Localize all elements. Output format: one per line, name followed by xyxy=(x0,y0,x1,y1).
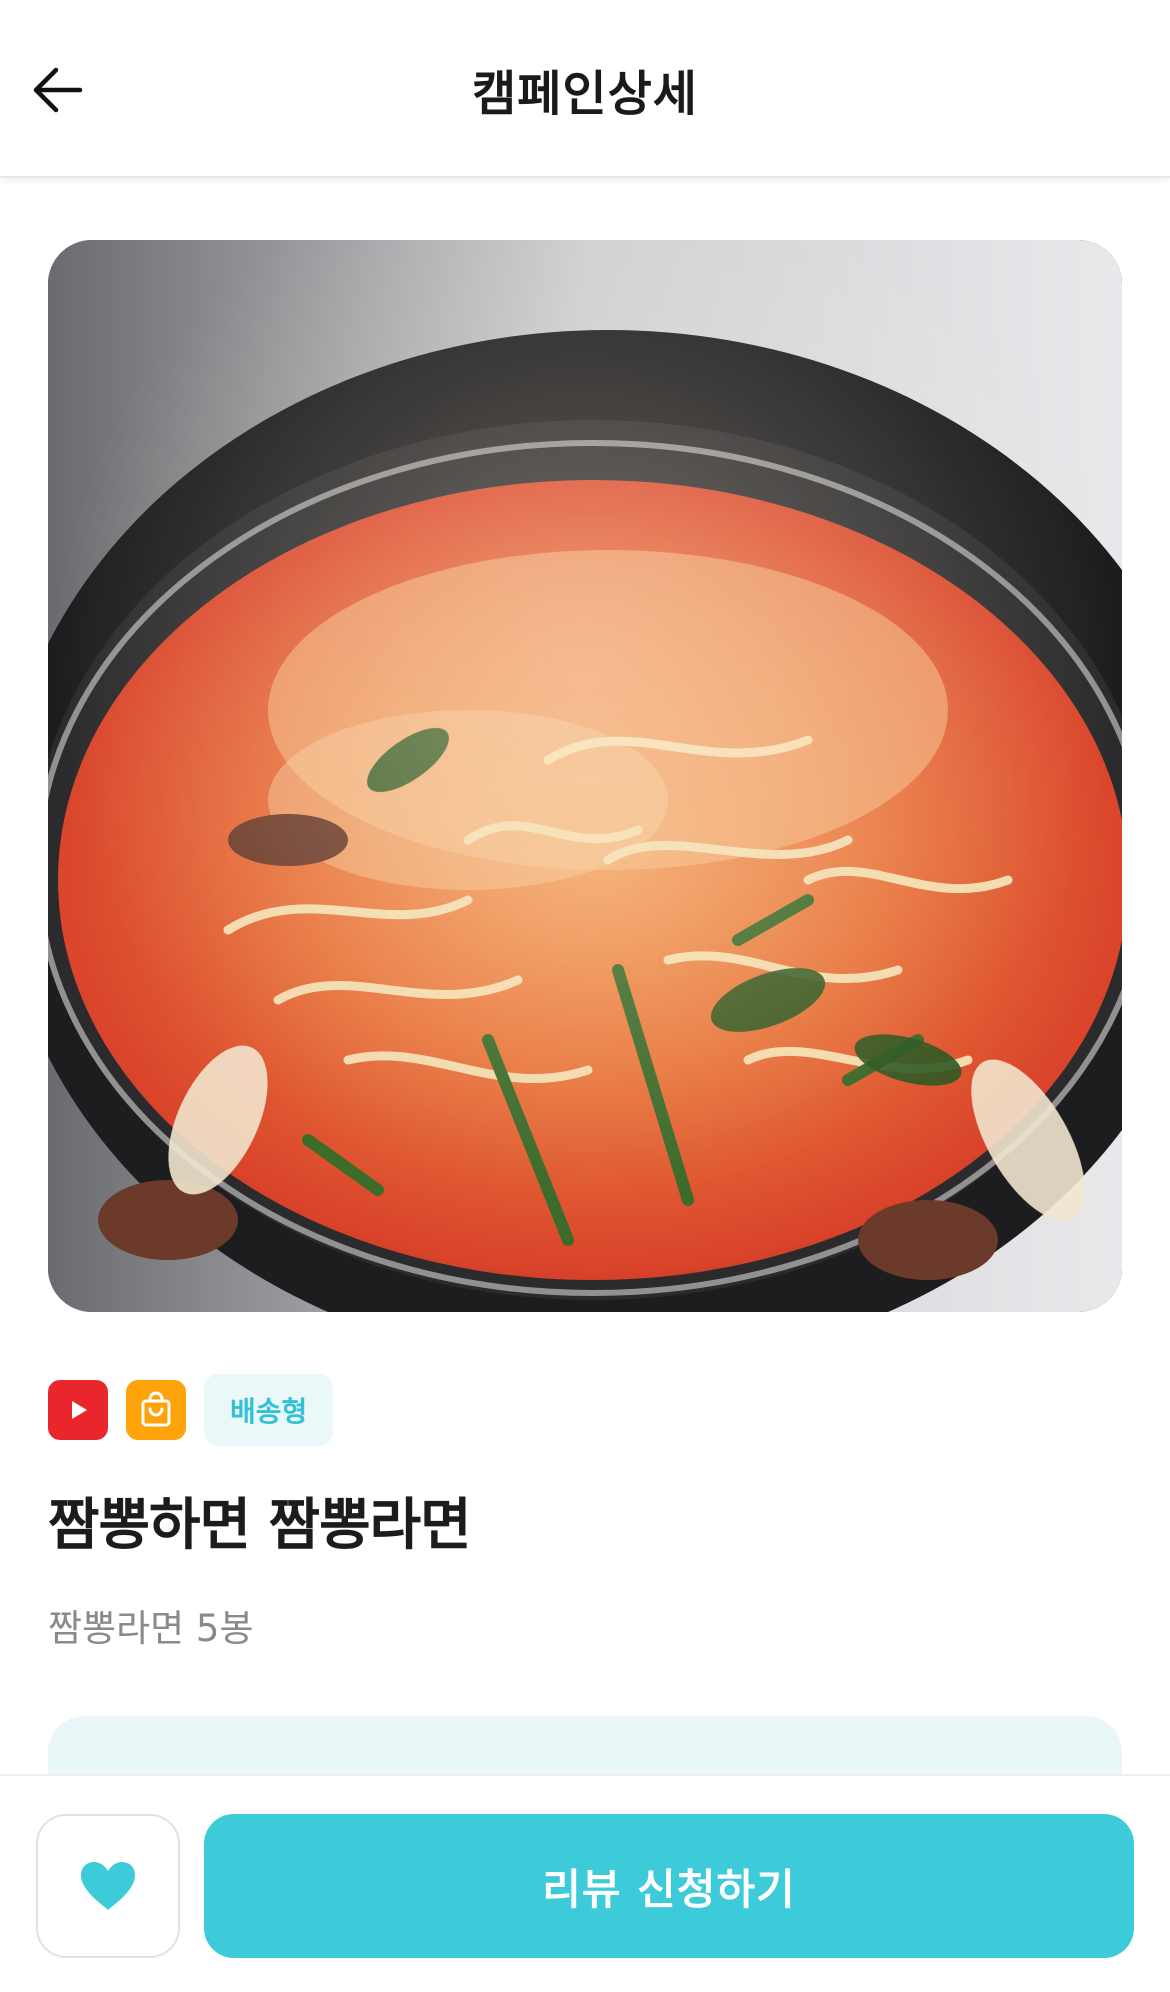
heart-icon xyxy=(81,1862,135,1910)
campaign-subtitle: 짬뽕라면 5봉 xyxy=(48,1607,254,1650)
campaign-image xyxy=(48,240,1122,1312)
like-button[interactable] xyxy=(36,1814,180,1958)
jjamppong-photo xyxy=(48,240,1122,1312)
youtube-icon xyxy=(72,1401,87,1419)
bottom-action-bar: 리뷰 신청하기 xyxy=(0,1774,1170,1992)
youtube-badge xyxy=(48,1380,108,1440)
campaign-detail-screen: 캠페인상세 배송형 짬뽕하면 짬뽕라면 짬뽕라면 5봉 리뷰 신청하기 xyxy=(0,0,1170,1992)
shopping-badge xyxy=(126,1380,186,1440)
campaign-title: 짬뽕하면 짬뽕라면 xyxy=(48,1493,472,1558)
page-title: 캠페인상세 xyxy=(472,66,698,122)
shopping-bag-icon xyxy=(141,1391,171,1427)
delivery-type-badge: 배송형 xyxy=(204,1374,334,1446)
apply-review-button[interactable]: 리뷰 신청하기 xyxy=(204,1814,1134,1958)
top-app-bar: 캠페인상세 xyxy=(0,0,1170,178)
campaign-badges: 배송형 xyxy=(48,1374,334,1446)
